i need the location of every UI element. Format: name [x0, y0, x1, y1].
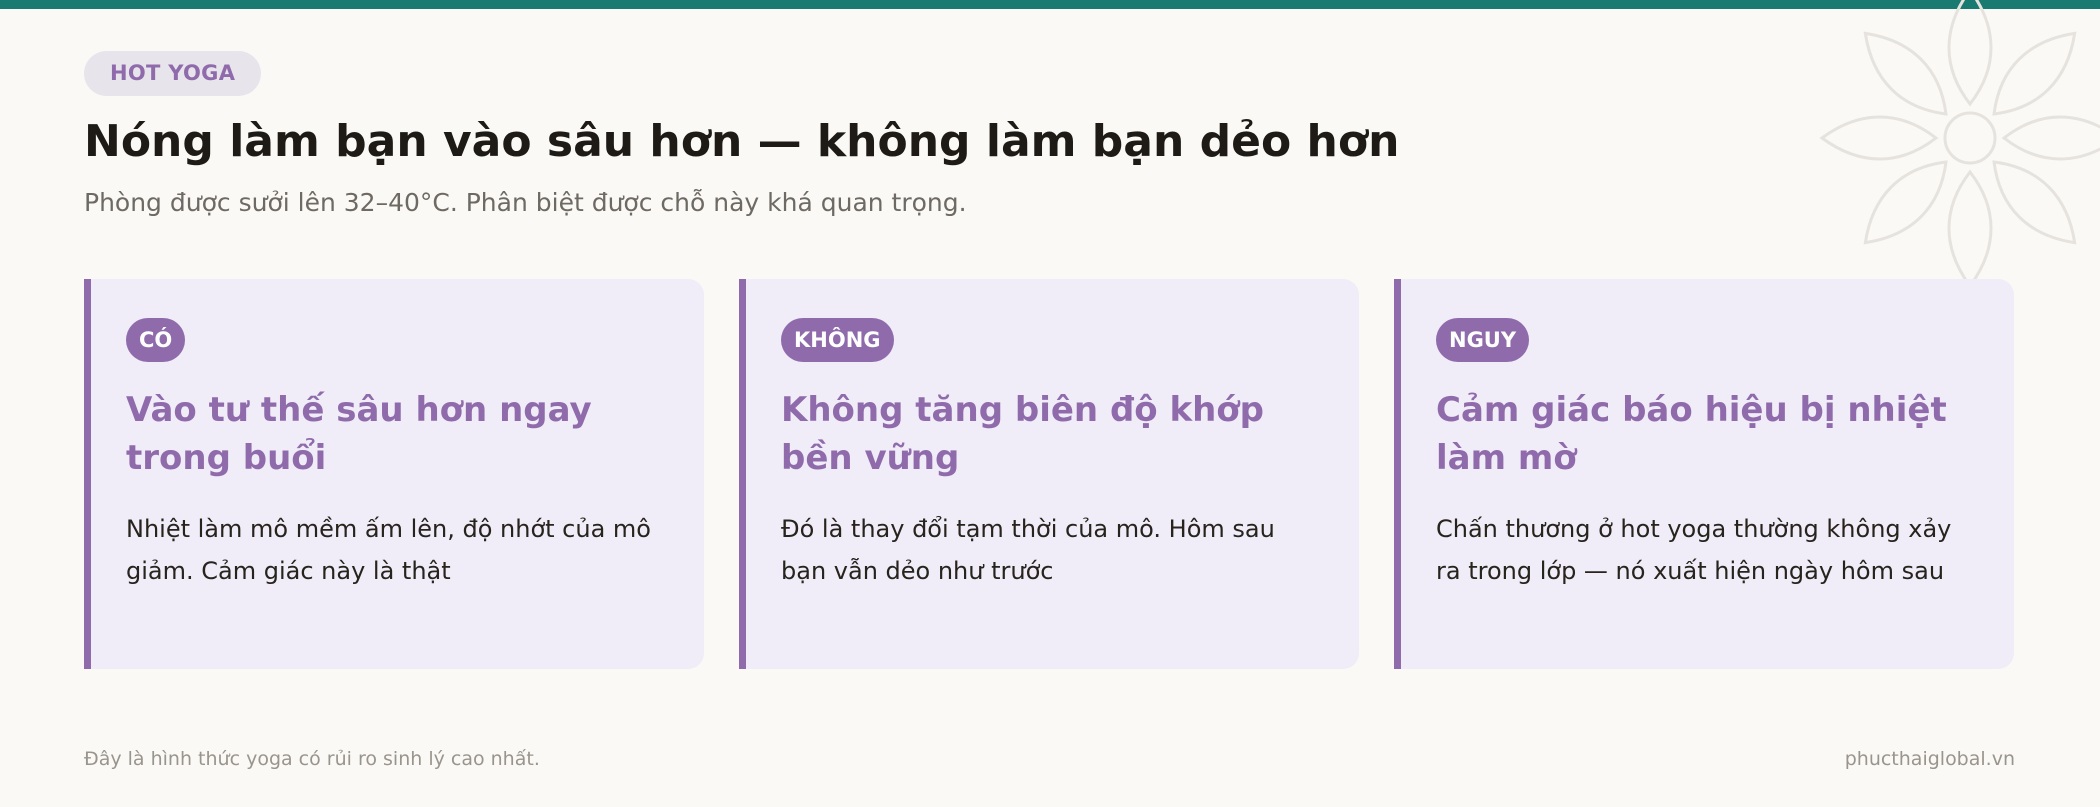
- page-subtitle: Phòng được sưởi lên 32–40°C. Phân biệt đ…: [84, 188, 967, 217]
- card-badge: KHÔNG: [781, 318, 894, 362]
- category-tag: HOT YOGA: [84, 51, 262, 96]
- card-danger: NGUY Cảm giác báo hiệu bị nhiệt làm mờ C…: [1394, 279, 2014, 669]
- card-text: Chấn thương ở hot yoga thường không xảy …: [1436, 515, 1952, 585]
- footer-note: Đây là hình thức yoga có rủi ro sinh lý …: [84, 748, 540, 770]
- lotus-flower-icon: [1820, 0, 2100, 288]
- card-text: Đó là thay đổi tạm thời của mô. Hôm sau …: [781, 515, 1275, 585]
- card-badge: NGUY: [1436, 318, 1530, 362]
- card-heading: Vào tư thế sâu hơn ngay trong buổi: [126, 390, 592, 478]
- comparison-cards: CÓ Vào tư thế sâu hơn ngay trong buổi Nh…: [84, 279, 2014, 669]
- card-heading: Cảm giác báo hiệu bị nhiệt làm mờ: [1436, 390, 1947, 478]
- card-yes: CÓ Vào tư thế sâu hơn ngay trong buổi Nh…: [84, 279, 704, 669]
- card-no: KHÔNG Không tăng biên độ khớp bền vững Đ…: [739, 279, 1359, 669]
- card-badge: CÓ: [126, 318, 186, 362]
- page-title: Nóng làm bạn vào sâu hơn — không làm bạn…: [84, 116, 1400, 167]
- card-text: Nhiệt làm mô mềm ấm lên, độ nhớt của mô …: [126, 515, 651, 585]
- footer-site-link[interactable]: phucthaiglobal.vn: [1845, 748, 2015, 770]
- card-heading: Không tăng biên độ khớp bền vững: [781, 390, 1265, 478]
